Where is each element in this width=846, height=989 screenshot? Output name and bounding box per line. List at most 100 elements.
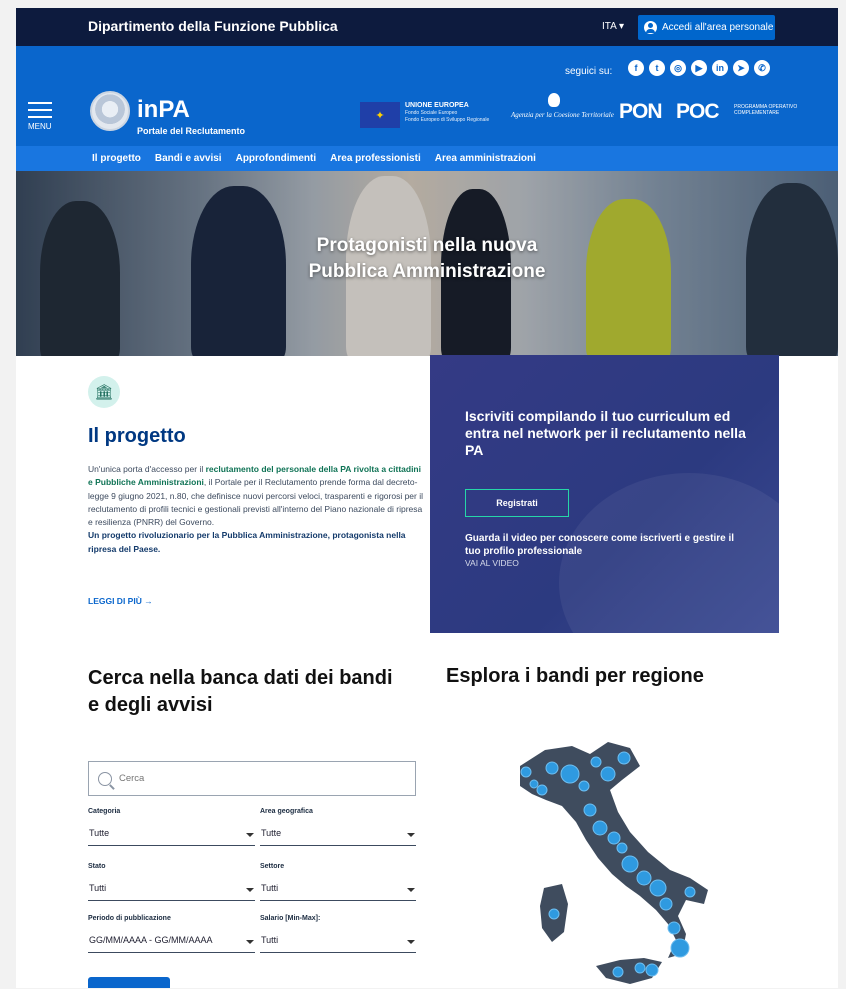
region-marker[interactable]	[529, 779, 539, 789]
eu-fund-1: Fondo Sociale Europeo	[405, 110, 458, 116]
linkedin-icon[interactable]: in	[712, 60, 728, 76]
sector-select[interactable]: Tutti	[260, 877, 416, 901]
department-link[interactable]: Dipartimento della Funzione Pubblica	[88, 18, 338, 34]
hero-title: Protagonisti nella nuova Pubblica Ammini…	[216, 233, 638, 285]
language-label: ITA	[602, 21, 617, 32]
login-button[interactable]: Accedi all'area personale	[638, 15, 775, 40]
register-button[interactable]: Registrati	[465, 489, 569, 517]
search-title: Cerca nella banca dati dei bandi e degli…	[88, 667, 393, 716]
region-marker[interactable]	[645, 963, 659, 977]
region-marker[interactable]	[560, 764, 580, 784]
hamburger-icon	[28, 102, 52, 104]
status-field: Stato Tutti	[88, 863, 255, 901]
search-button[interactable]	[88, 977, 170, 988]
whatsapp-icon[interactable]: ✆	[754, 60, 770, 76]
social-label: seguici su:	[565, 66, 613, 77]
region-marker[interactable]	[621, 855, 639, 873]
watch-video-link[interactable]: VAI AL VIDEO	[465, 558, 519, 568]
hero-title-line: Protagonisti nella nuova	[316, 235, 538, 256]
caret-down-icon	[407, 888, 415, 892]
salary-select[interactable]: Tutti	[260, 929, 416, 953]
status-select[interactable]: Tutti	[88, 877, 255, 901]
select-value: GG/MM/AAAA - GG/MM/AAAA	[89, 935, 213, 945]
region-marker[interactable]	[607, 831, 621, 845]
brand-title[interactable]: inPA	[137, 96, 190, 124]
region-marker[interactable]	[684, 886, 696, 898]
category-select[interactable]: Tutte	[88, 822, 255, 846]
poc-logo: POC	[676, 100, 720, 123]
nav-item-approfondimenti[interactable]: Approfondimenti	[236, 153, 317, 164]
region-marker[interactable]	[536, 784, 548, 796]
nav-item-progetto[interactable]: Il progetto	[92, 153, 141, 164]
select-value: Tutti	[261, 883, 279, 893]
caret-down-icon	[407, 833, 415, 837]
page: Dipartimento della Funzione Pubblica ITA…	[16, 8, 838, 988]
institution-icon: 🏛	[88, 376, 120, 408]
brand-subtitle: Portale del Reclutamento	[137, 126, 246, 136]
region-marker[interactable]	[548, 908, 560, 920]
user-icon	[644, 21, 657, 34]
region-marker[interactable]	[578, 780, 590, 792]
region-marker[interactable]	[634, 962, 646, 974]
field-label: Categoria	[88, 808, 121, 815]
region-marker[interactable]	[600, 766, 616, 782]
region-marker[interactable]	[636, 870, 652, 886]
facebook-icon[interactable]: f	[628, 60, 644, 76]
italian-republic-emblem	[90, 91, 130, 131]
region-marker[interactable]	[592, 820, 608, 836]
italy-regions-map[interactable]	[490, 728, 730, 988]
hero-banner: Protagonisti nella nuova Pubblica Ammini…	[16, 171, 838, 356]
promo-subtitle: Guarda il video per conoscere come iscri…	[465, 533, 735, 557]
sector-field: Settore Tutti	[260, 863, 416, 901]
poc-subtitle: PROGRAMMA OPERATIVO COMPLEMENTARE	[734, 104, 798, 116]
period-field: Periodo di pubblicazione GG/MM/AAAA - GG…	[88, 915, 255, 953]
area-field: Area geografica Tutte	[260, 808, 416, 846]
field-label: Periodo di pubblicazione	[88, 915, 171, 922]
menu-button[interactable]: MENU	[28, 102, 52, 131]
field-label: Area geografica	[260, 808, 313, 815]
nav-item-area-amministrazioni[interactable]: Area amministrazioni	[435, 153, 536, 164]
nav-item-area-professionisti[interactable]: Area professionisti	[330, 153, 421, 164]
twitter-icon[interactable]: t	[649, 60, 665, 76]
agency-logo: Agenzia per la Coesione Territoriale	[511, 111, 614, 119]
region-marker[interactable]	[667, 921, 681, 935]
top-bar: Dipartimento della Funzione Pubblica ITA…	[16, 8, 838, 46]
region-marker[interactable]	[590, 756, 602, 768]
project-highlight: Un progetto rivoluzionario per la Pubbli…	[88, 530, 406, 554]
caret-down-icon	[246, 888, 254, 892]
region-marker[interactable]	[616, 842, 628, 854]
social-links: f t ◎ ▶ in ➤ ✆	[628, 60, 770, 76]
telegram-icon[interactable]: ➤	[733, 60, 749, 76]
caret-down-icon	[246, 940, 254, 944]
region-marker[interactable]	[617, 751, 631, 765]
eu-flag-logo: ✦	[360, 102, 400, 128]
field-label: Settore	[260, 863, 285, 870]
search-icon	[98, 771, 112, 786]
nav-item-bandi[interactable]: Bandi e avvisi	[155, 153, 222, 164]
youtube-icon[interactable]: ▶	[691, 60, 707, 76]
select-value: Tutti	[261, 935, 279, 945]
search-input[interactable]	[119, 773, 379, 784]
period-select[interactable]: GG/MM/AAAA - GG/MM/AAAA	[88, 929, 255, 953]
project-text: Un'unica porta d'accesso per il	[88, 464, 206, 474]
region-marker[interactable]	[520, 766, 532, 778]
header: seguici su: f t ◎ ▶ in ➤ ✆ MENU inPA Por…	[16, 46, 838, 146]
area-select[interactable]: Tutte	[260, 822, 416, 846]
caret-down-icon	[407, 940, 415, 944]
region-marker[interactable]	[545, 761, 559, 775]
eu-title: UNIONE EUROPEA	[405, 102, 469, 109]
search-field[interactable]	[88, 761, 416, 796]
salary-field: Salario [Min-Max]: Tutti	[260, 915, 416, 953]
region-marker[interactable]	[659, 897, 673, 911]
region-marker[interactable]	[670, 938, 690, 958]
project-description: Un'unica porta d'accesso per il reclutam…	[88, 463, 423, 556]
read-more-link[interactable]: LEGGI DI PIÙ →	[88, 596, 153, 606]
instagram-icon[interactable]: ◎	[670, 60, 686, 76]
region-marker[interactable]	[612, 966, 624, 978]
region-marker[interactable]	[649, 879, 667, 897]
language-selector[interactable]: ITA ▾	[602, 21, 624, 32]
region-marker[interactable]	[583, 803, 597, 817]
registration-promo: Iscriviti compilando il tuo curriculum e…	[430, 355, 779, 633]
field-label: Salario [Min-Max]:	[260, 915, 321, 922]
main-nav: Il progetto Bandi e avvisi Approfondimen…	[16, 146, 838, 171]
